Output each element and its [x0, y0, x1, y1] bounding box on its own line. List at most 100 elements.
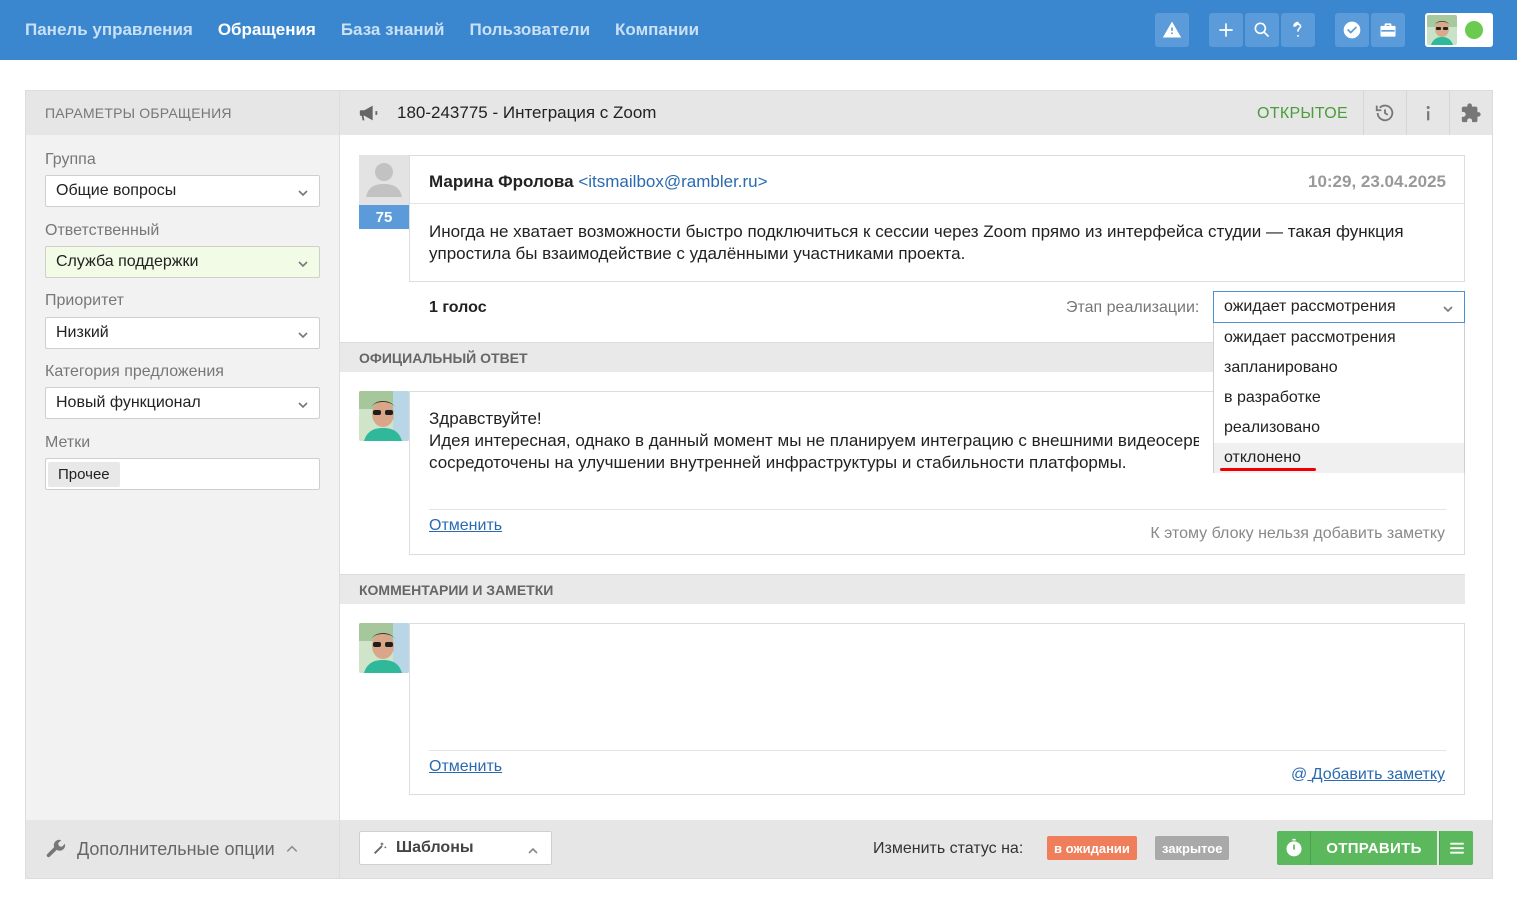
ticket-footer: Шаблоны Изменить статус на: в ожидании з…	[340, 820, 1492, 878]
ticket-status: ОТКРЫТОЕ	[1257, 105, 1348, 122]
top-nav-bar: Панель управления Обращения База знаний …	[0, 0, 1517, 60]
priority-label: Приоритет	[45, 292, 124, 309]
ticket-header: 180-243775 - Интеграция с Zoom ОТКРЫТОЕ	[340, 91, 1492, 135]
nav-companies[interactable]: Компании	[615, 20, 699, 40]
avatar	[359, 391, 409, 441]
top-icon-group-alerts	[1155, 13, 1189, 47]
category-select[interactable]: Новый функционал	[45, 387, 320, 419]
reply-line: Идея интересная, однако в данный момент …	[429, 431, 1199, 450]
note-info-text: К этому блоку нельзя добавить заметку	[1150, 525, 1445, 542]
change-status-label: Изменить статус на:	[873, 840, 1024, 857]
add-note-label: Добавить заметку	[1311, 766, 1445, 783]
templates-button[interactable]: Шаблоны	[359, 831, 552, 865]
megaphone-icon	[358, 102, 380, 124]
message-date: 10:29, 23.04.2025	[1307, 172, 1446, 191]
tags-input[interactable]: Прочее	[45, 458, 320, 490]
vote-score[interactable]: 75	[359, 205, 409, 229]
assignee-value: Служба поддержки	[56, 253, 199, 270]
info-icon[interactable]	[1406, 91, 1449, 135]
nav-knowledge-base[interactable]: База знаний	[341, 20, 445, 40]
comment-box: Отменить @ Добавить заметку	[409, 623, 1465, 795]
message-author: Марина Фролова <itsmailbox@rambler.ru>	[429, 172, 768, 192]
stage-option-implemented[interactable]: реализовано	[1214, 413, 1464, 443]
menu-icon[interactable]	[1439, 831, 1473, 865]
stage-label: Этап реализации:	[1066, 299, 1200, 316]
plus-icon[interactable]	[1209, 13, 1243, 47]
avatar-placeholder	[359, 155, 409, 205]
group-value: Общие вопросы	[56, 182, 177, 199]
stage-option-in-development[interactable]: в разработке	[1214, 383, 1464, 413]
status-closed-button[interactable]: закрытое	[1155, 836, 1230, 860]
vote-count: 1 голос	[429, 299, 487, 316]
divider	[429, 750, 1446, 751]
author-email[interactable]: <itsmailbox@rambler.ru>	[578, 172, 767, 191]
send-button[interactable]: ОТПРАВИТЬ	[1311, 831, 1437, 865]
avatar	[359, 623, 409, 673]
stage-select[interactable]: ожидает рассмотрения	[1213, 291, 1465, 323]
comments-header: КОММЕНТАРИИ И ЗАМЕТКИ	[340, 574, 1465, 604]
top-icons	[1155, 13, 1493, 47]
stage-selected-value: ожидает рассмотрения	[1224, 298, 1396, 315]
nav-tickets[interactable]: Обращения	[218, 20, 316, 40]
chevron-up-icon	[286, 845, 297, 852]
send-group: ОТПРАВИТЬ	[1277, 831, 1473, 865]
chevron-up-icon	[527, 844, 539, 856]
main-nav: Панель управления Обращения База знаний …	[25, 0, 699, 60]
ticket-content: 180-243775 - Интеграция с Zoom ОТКРЫТОЕ …	[340, 91, 1492, 878]
additional-options-toggle[interactable]: Дополнительные опции	[26, 820, 339, 878]
briefcase-icon[interactable]	[1371, 13, 1405, 47]
chevron-down-icon	[297, 257, 309, 269]
group-label: Группа	[45, 151, 96, 168]
chevron-down-icon	[1442, 302, 1454, 314]
at-icon: @	[1291, 766, 1308, 783]
assignee-label: Ответственный	[45, 222, 160, 239]
cancel-comment-link[interactable]: Отменить	[429, 758, 502, 776]
user-menu[interactable]	[1425, 13, 1493, 47]
red-underline-annotation	[1220, 468, 1316, 471]
top-icon-group-tools	[1335, 13, 1405, 47]
comment-textarea[interactable]	[410, 624, 1464, 749]
wrench-icon	[46, 839, 66, 858]
tags-label: Метки	[45, 434, 91, 451]
help-icon[interactable]	[1281, 13, 1315, 47]
puzzle-icon[interactable]	[1449, 91, 1492, 135]
avatar	[1427, 15, 1457, 45]
status-waiting-button[interactable]: в ожидании	[1047, 836, 1137, 860]
additional-options-label: Дополнительные опции	[77, 838, 275, 859]
warning-icon[interactable]	[1155, 13, 1189, 47]
divider	[410, 203, 1464, 204]
templates-label: Шаблоны	[396, 839, 474, 856]
chevron-down-icon	[297, 398, 309, 410]
divider	[429, 509, 1446, 510]
tag-chip[interactable]: Прочее	[48, 461, 120, 487]
category-label: Категория предложения	[45, 363, 224, 380]
ticket-title: 180-243775 - Интеграция с Zoom	[397, 103, 657, 122]
online-status-indicator	[1465, 21, 1483, 39]
nav-dashboard[interactable]: Панель управления	[25, 20, 193, 40]
category-value: Новый функционал	[56, 394, 201, 411]
message-text: Иногда не хватает возможности быстро под…	[429, 222, 1404, 263]
add-note-link[interactable]: @ Добавить заметку	[1291, 766, 1445, 784]
assignee-select[interactable]: Служба поддержки	[45, 246, 320, 278]
stopwatch-icon[interactable]	[1277, 831, 1311, 865]
chevron-down-icon	[297, 328, 309, 340]
magic-wand-icon	[374, 842, 387, 854]
history-icon[interactable]	[1363, 91, 1406, 135]
cancel-reply-link[interactable]: Отменить	[429, 517, 502, 535]
stage-dropdown: ожидает рассмотрения запланировано в раз…	[1213, 323, 1465, 473]
priority-select[interactable]: Низкий	[45, 317, 320, 349]
stage-option-rejected-label: отклонено	[1224, 449, 1301, 466]
message-box: Марина Фролова <itsmailbox@rambler.ru> 1…	[409, 155, 1465, 282]
ticket-params-sidebar: ПАРАМЕТРЫ ОБРАЩЕНИЯ Группа Общие вопросы…	[26, 91, 340, 878]
ticket-frame: ПАРАМЕТРЫ ОБРАЩЕНИЯ Группа Общие вопросы…	[25, 90, 1493, 879]
sidebar-title: ПАРАМЕТРЫ ОБРАЩЕНИЯ	[26, 91, 339, 135]
shield-check-icon[interactable]	[1335, 13, 1369, 47]
stage-option-rejected[interactable]: отклонено	[1214, 443, 1464, 473]
nav-users[interactable]: Пользователи	[469, 20, 590, 40]
search-icon[interactable]	[1245, 13, 1279, 47]
stage-option-pending[interactable]: ожидает рассмотрения	[1214, 323, 1464, 353]
stage-option-planned[interactable]: запланировано	[1214, 353, 1464, 383]
group-select[interactable]: Общие вопросы	[45, 175, 320, 207]
top-icon-group-actions	[1209, 13, 1315, 47]
priority-value: Низкий	[56, 324, 109, 341]
